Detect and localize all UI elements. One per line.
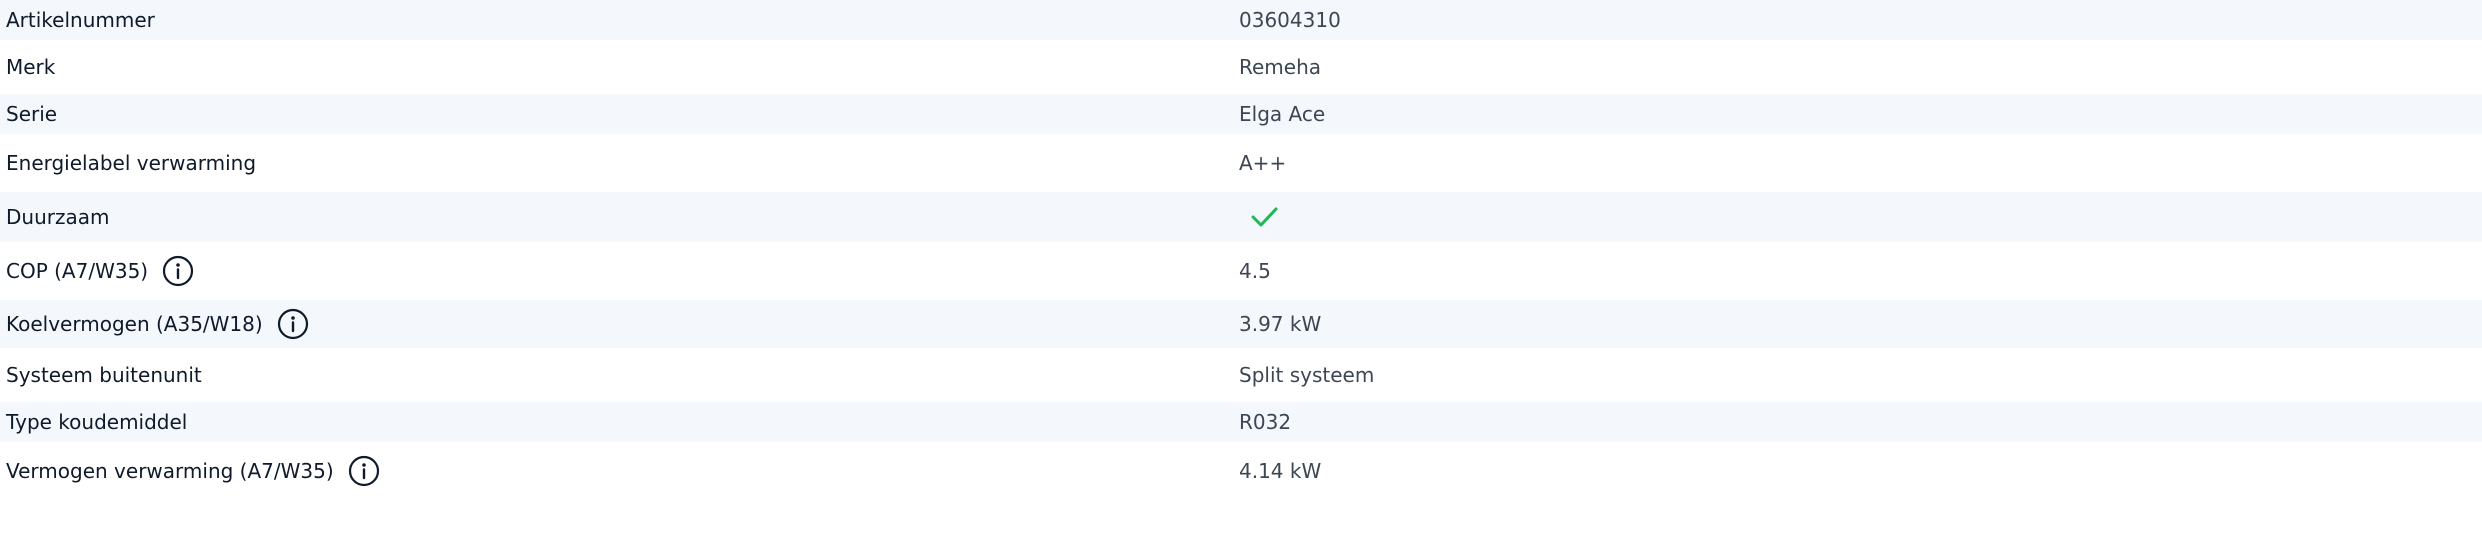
spec-value: Split systeem <box>1239 363 1375 387</box>
spec-value: A++ <box>1239 151 1287 175</box>
spec-row-serie: Serie Elga Ace <box>0 94 2482 134</box>
spec-value: Remeha <box>1239 55 1322 79</box>
spec-value-cell: R032 <box>1239 410 2482 434</box>
spec-value: Elga Ace <box>1239 102 1326 126</box>
spec-value-cell: Elga Ace <box>1239 102 2482 126</box>
checkmark-icon <box>1249 202 1279 232</box>
spec-value: R032 <box>1239 410 1292 434</box>
spec-label-cell: Serie <box>0 102 1239 126</box>
spec-label: COP (A7/W35) <box>6 259 149 283</box>
spec-value-cell: 4.14 kW <box>1239 459 2482 483</box>
spec-row-duurzaam: Duurzaam <box>0 192 2482 242</box>
spec-value-cell: 4.5 <box>1239 259 2482 283</box>
spec-row-koelvermogen: Koelvermogen (A35/W18) 3.97 kW <box>0 300 2482 348</box>
spec-row-energielabel: Energielabel verwarming A++ <box>0 134 2482 192</box>
spec-label: Systeem buitenunit <box>6 363 202 387</box>
spec-label-cell: Energielabel verwarming <box>0 151 1239 175</box>
spec-label: Koelvermogen (A35/W18) <box>6 312 263 336</box>
spec-label: Energielabel verwarming <box>6 151 257 175</box>
spec-value-cell: 03604310 <box>1239 8 2482 32</box>
spec-row-cop: COP (A7/W35) 4.5 <box>0 242 2482 300</box>
spec-row-vermogen-verwarming: Vermogen verwarming (A7/W35) 4.14 kW <box>0 442 2482 500</box>
spec-value-cell <box>1239 202 2482 232</box>
spec-label: Artikelnummer <box>6 8 155 32</box>
spec-label-cell: Koelvermogen (A35/W18) <box>0 308 1239 340</box>
spec-row-artikelnummer: Artikelnummer 03604310 <box>0 0 2482 40</box>
spec-row-type-koudemiddel: Type koudemiddel R032 <box>0 402 2482 442</box>
spec-label-cell: Systeem buitenunit <box>0 363 1239 387</box>
spec-label: Serie <box>6 102 58 126</box>
spec-label-cell: Merk <box>0 55 1239 79</box>
spec-value: 4.14 kW <box>1239 459 1322 483</box>
spec-label: Type koudemiddel <box>6 410 188 434</box>
spec-value: 3.97 kW <box>1239 312 1322 336</box>
spec-label-cell: Duurzaam <box>0 205 1239 229</box>
spec-value-cell: Split systeem <box>1239 363 2482 387</box>
spec-label: Merk <box>6 55 56 79</box>
info-circle-icon[interactable] <box>277 308 309 340</box>
info-circle-icon[interactable] <box>162 255 194 287</box>
spec-label: Vermogen verwarming (A7/W35) <box>6 459 334 483</box>
spec-label-cell: COP (A7/W35) <box>0 255 1239 287</box>
spec-label-cell: Artikelnummer <box>0 8 1239 32</box>
info-circle-icon[interactable] <box>348 455 380 487</box>
spec-row-systeem-buitenunit: Systeem buitenunit Split systeem <box>0 348 2482 402</box>
spec-value-cell: 3.97 kW <box>1239 312 2482 336</box>
spec-label-cell: Type koudemiddel <box>0 410 1239 434</box>
spec-value: 4.5 <box>1239 259 1271 283</box>
spec-value: 03604310 <box>1239 8 1341 32</box>
spec-label-cell: Vermogen verwarming (A7/W35) <box>0 455 1239 487</box>
spec-value-cell: A++ <box>1239 151 2482 175</box>
spec-row-merk: Merk Remeha <box>0 40 2482 94</box>
spec-value-cell: Remeha <box>1239 55 2482 79</box>
spec-label: Duurzaam <box>6 205 110 229</box>
specifications-table: Artikelnummer 03604310 Merk Remeha Serie… <box>0 0 2482 500</box>
